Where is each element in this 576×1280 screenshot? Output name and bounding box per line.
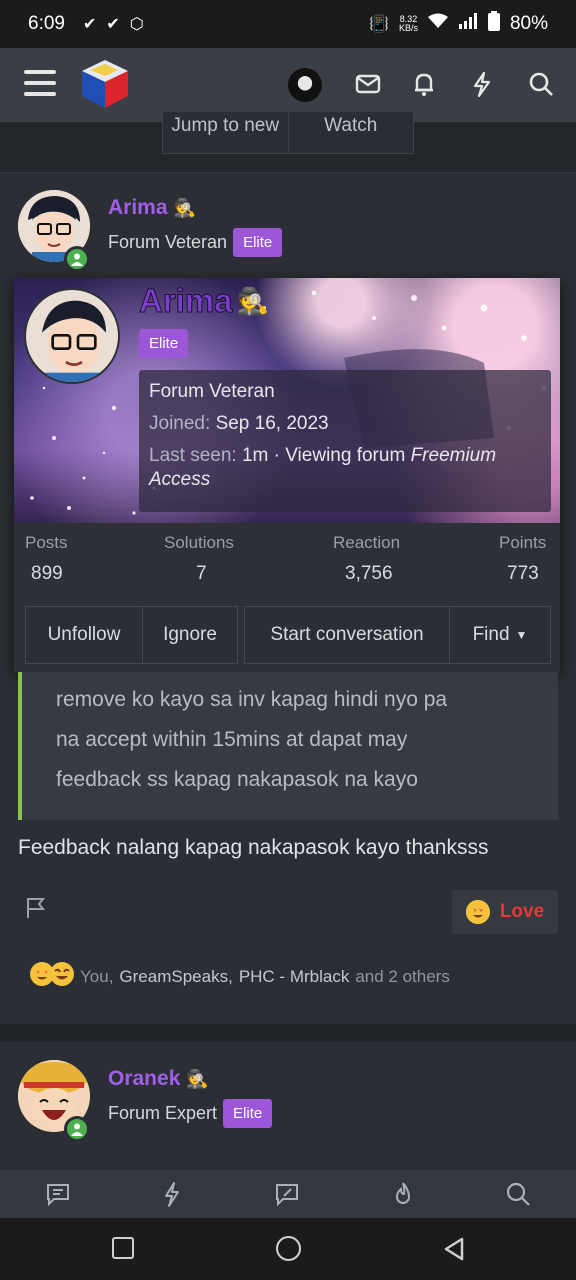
elite-badge: Elite: [233, 228, 283, 257]
elite-badge: Elite: [223, 1099, 273, 1128]
report-flag-icon[interactable]: [24, 896, 48, 920]
find-label: Find: [472, 624, 510, 645]
reaction-user-link[interactable]: GreamSpeaks,: [119, 967, 232, 987]
chevron-down-icon: ▼: [515, 628, 528, 642]
member-stats: Posts 899 Solutions 7 Reaction 3,756 Poi…: [14, 533, 560, 593]
app-notification-icon: ⬡: [129, 16, 144, 33]
rank-shield-icon: 🕵: [173, 197, 196, 218]
online-status-icon: [64, 1116, 90, 1142]
new-post-icon[interactable]: [273, 1180, 301, 1208]
joined-label: Joined:: [149, 413, 211, 434]
network-speed: 8.32 KB/s: [398, 14, 418, 33]
stat-value-posts[interactable]: 899: [31, 563, 63, 585]
wifi-icon: [427, 13, 448, 35]
post-author-title: Forum Veteran: [108, 232, 228, 252]
tooltip-avatar[interactable]: [24, 288, 120, 384]
tooltip-user-title: Forum Veteran: [149, 381, 275, 402]
reaction-summary[interactable]: You, GreamSpeaks, PHC - Mrblack and 2 ot…: [30, 962, 450, 991]
quote-line: feedback ss kapag nakapasok na kayo: [56, 768, 418, 791]
stat-label-points: Points: [499, 533, 547, 552]
site-logo[interactable]: [80, 58, 130, 110]
check-notification-icon-2: ✔: [106, 16, 120, 33]
start-conversation-button[interactable]: Start conversation: [244, 606, 450, 664]
ignore-button[interactable]: Ignore: [142, 606, 238, 664]
back-icon[interactable]: [442, 1236, 466, 1262]
stat-value-solutions[interactable]: 7: [196, 563, 207, 585]
thread-actions-bar: Jump to new Watch: [162, 112, 414, 154]
reaction-others[interactable]: and 2 others: [355, 967, 450, 987]
post-author-name[interactable]: Oranek: [108, 1067, 180, 1091]
forums-icon[interactable]: [44, 1180, 72, 1208]
reaction-user-link[interactable]: PHC - Mrblack: [239, 967, 350, 987]
post-author-name[interactable]: Arima: [108, 196, 168, 220]
rank-shield-icon: 🕵: [236, 285, 269, 316]
trending-icon[interactable]: [389, 1180, 417, 1208]
stat-value-points[interactable]: 773: [507, 563, 539, 585]
stat-label-posts: Posts: [25, 533, 68, 552]
search-icon[interactable]: [525, 68, 557, 100]
post-author-title: Forum Expert: [108, 1103, 218, 1123]
lightning-icon[interactable]: [466, 68, 498, 100]
rank-shield-icon: 🕵: [186, 1068, 209, 1089]
stat-value-reaction[interactable]: 3,756: [345, 563, 393, 585]
heart-eyes-emoji-icon: [465, 900, 490, 924]
online-status-icon: [64, 246, 90, 272]
reaction-you: You,: [80, 966, 114, 986]
tooltip-elite-badge: Elite: [139, 329, 189, 358]
watch-button[interactable]: Watch: [287, 112, 414, 153]
signal-icon: [458, 13, 478, 35]
last-seen-value: 1m · Viewing forum: [241, 445, 406, 466]
mail-icon[interactable]: [352, 68, 384, 100]
search-icon[interactable]: [504, 1180, 532, 1208]
post-body: Feedback nalang kapag nakapasok kayo tha…: [18, 836, 489, 859]
find-dropdown-button[interactable]: Find ▼: [449, 606, 551, 664]
battery-icon: [487, 11, 500, 37]
stat-label-reaction: Reaction: [333, 533, 401, 552]
quote-line: remove ko kayo sa inv kapag hindi nyo pa: [56, 688, 448, 711]
menu-icon[interactable]: [24, 70, 56, 98]
home-icon[interactable]: [276, 1236, 301, 1261]
love-reaction-button[interactable]: Love: [452, 890, 558, 934]
member-info-box: Forum Veteran Joined: Sep 16, 2023 Last …: [139, 370, 551, 512]
user-avatar[interactable]: [288, 68, 322, 102]
status-bar: 6:09 ✔ ✔ ⬡ 📳 8.32 KB/s 80%: [0, 0, 576, 48]
stat-label-solutions: Solutions: [164, 533, 234, 552]
whats-new-icon[interactable]: [158, 1180, 186, 1208]
tooltip-username[interactable]: Arima: [139, 282, 234, 320]
love-label: Love: [499, 901, 545, 922]
quote-line: na accept within 15mins at dapat may: [56, 728, 408, 751]
recent-apps-icon[interactable]: [112, 1237, 134, 1259]
status-time: 6:09: [28, 13, 65, 34]
unfollow-button[interactable]: Unfollow: [25, 606, 143, 664]
bottom-tab-bar: [0, 1170, 576, 1218]
vibrate-icon: 📳: [369, 16, 389, 33]
app-header: [0, 48, 576, 122]
check-notification-icon: ✔: [82, 16, 97, 33]
battery-percent: 80%: [509, 13, 548, 34]
quote-block: remove ko kayo sa inv kapag hindi nyo pa…: [18, 672, 558, 820]
laughing-emoji-icon: [50, 962, 74, 991]
last-seen-label: Last seen:: [149, 445, 237, 466]
system-navigation-bar: [0, 1218, 576, 1280]
bell-icon[interactable]: [408, 68, 440, 100]
joined-date: Sep 16, 2023: [215, 413, 329, 434]
post-separator: [0, 1024, 576, 1042]
profile-banner: Arima 🕵 Elite Forum Veteran Joined: Sep …: [14, 278, 560, 523]
member-tooltip: Arima 🕵 Elite Forum Veteran Joined: Sep …: [14, 278, 560, 672]
jump-to-new-button[interactable]: Jump to new: [163, 112, 288, 153]
